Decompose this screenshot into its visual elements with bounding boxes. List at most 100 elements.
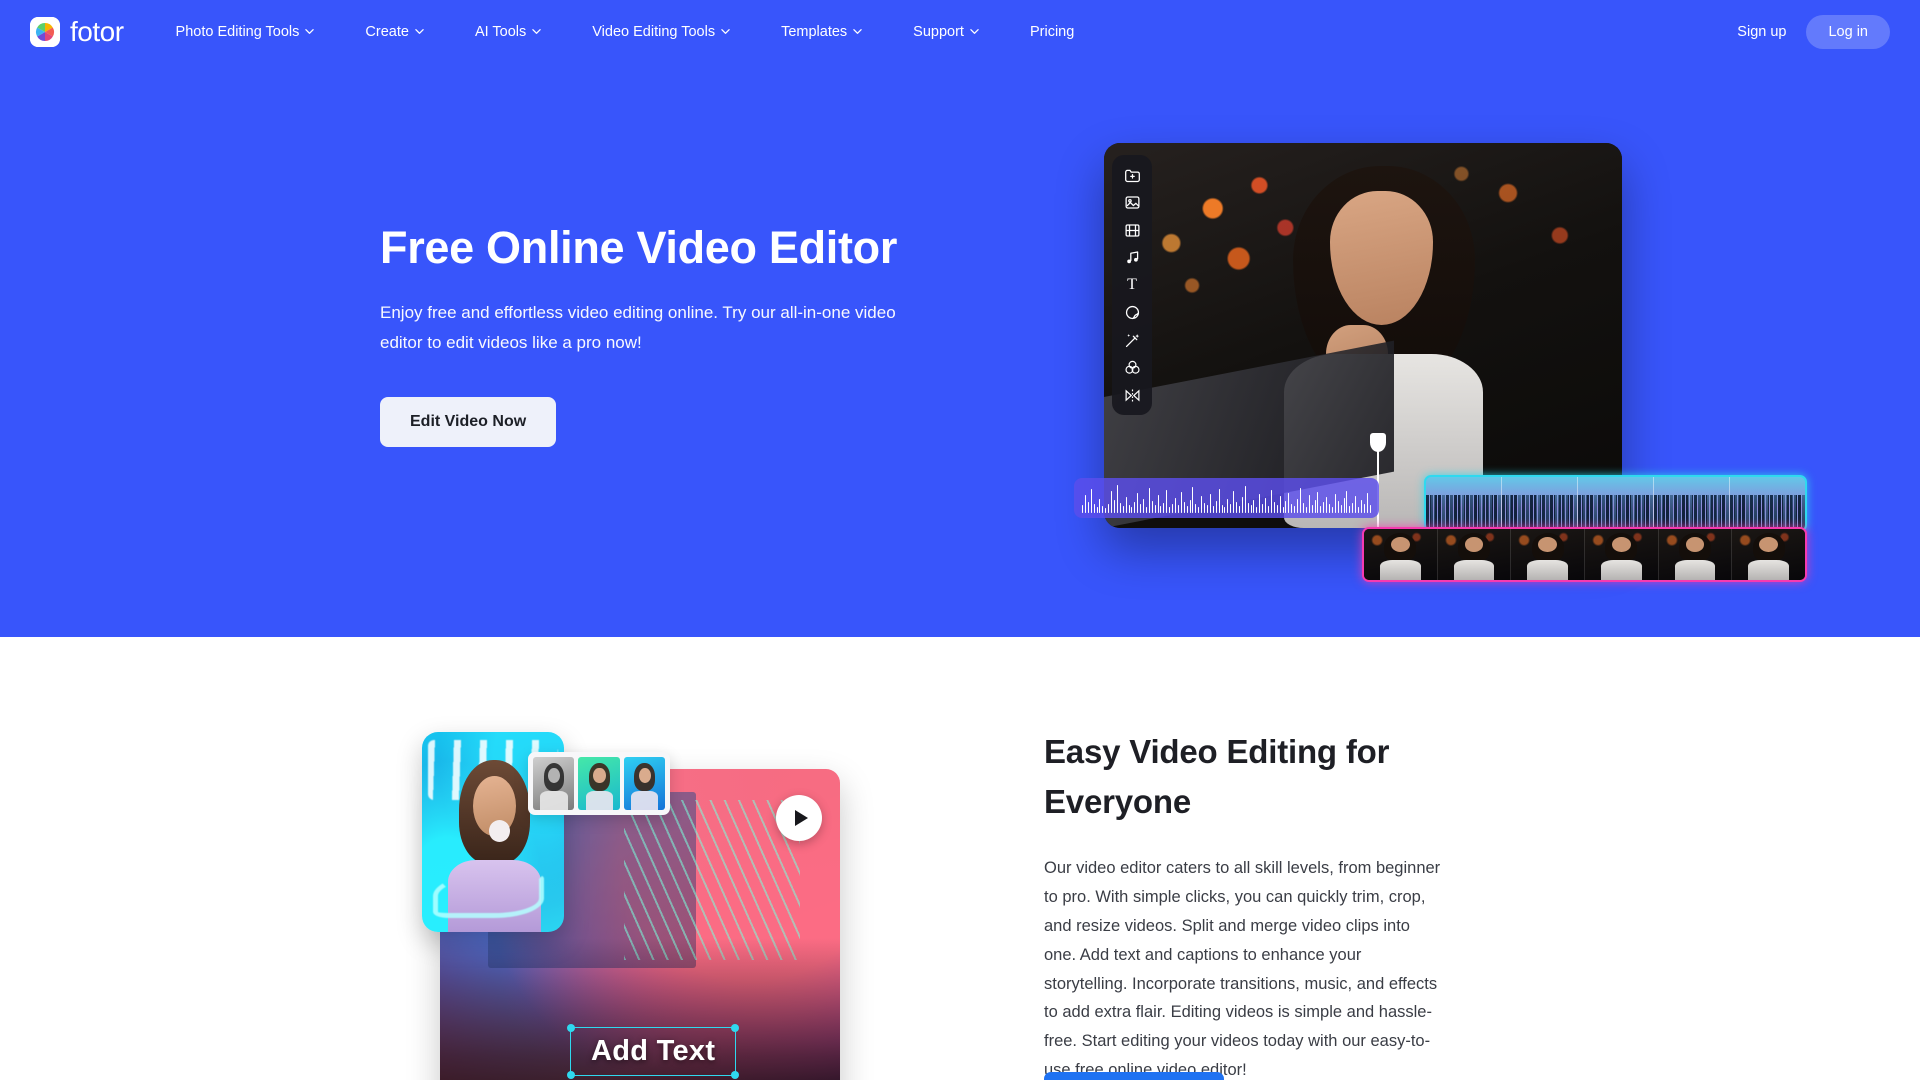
sticker-icon[interactable] — [1123, 304, 1141, 322]
waveform-bar — [1195, 504, 1197, 513]
nav-item-label: Create — [365, 23, 409, 40]
editor-preview-image — [1104, 143, 1622, 528]
nav-item-video-editing-tools[interactable]: Video Editing Tools — [592, 17, 730, 48]
film-frame — [1585, 529, 1659, 580]
waveform-bar — [1270, 490, 1272, 513]
waveform-bar — [1148, 488, 1150, 513]
section2-cta-button[interactable] — [1044, 1072, 1224, 1080]
waveform-bar — [1361, 500, 1362, 513]
nav-item-photo-editing-tools[interactable]: Photo Editing Tools — [176, 17, 315, 48]
nav-item-support[interactable]: Support — [913, 17, 979, 48]
top-navigation-bar: fotor Photo Editing Tools Create AI Tool… — [0, 0, 1920, 64]
waveform-bar — [1311, 505, 1313, 513]
waveform-bar — [1125, 497, 1127, 513]
waveform-bar — [1241, 497, 1243, 513]
waveform-bar — [1250, 505, 1252, 513]
waveform-bar — [1369, 505, 1371, 513]
nav-item-ai-tools[interactable]: AI Tools — [475, 17, 541, 48]
waveform-bar — [1192, 487, 1194, 513]
brand-logo[interactable]: fotor — [30, 17, 124, 47]
page-root: fotor Photo Editing Tools Create AI Tool… — [0, 0, 1920, 1080]
magic-wand-icon[interactable] — [1123, 331, 1141, 349]
waveform-bar — [1247, 503, 1249, 513]
sign-up-link[interactable]: Sign up — [1737, 24, 1786, 40]
waveform-bar — [1265, 498, 1266, 513]
waveform-bar — [1169, 507, 1171, 513]
transition-icon[interactable] — [1123, 386, 1141, 404]
waveform-bar — [1334, 494, 1336, 513]
waveform-bar — [1349, 506, 1351, 513]
waveform-bar — [1305, 507, 1307, 513]
waveform-bar — [1183, 502, 1185, 513]
film-frame — [1437, 529, 1512, 580]
waveform-bar — [1108, 504, 1110, 513]
waveform-bar — [1297, 499, 1298, 513]
waveform-bar — [1323, 502, 1325, 513]
waveform-bar — [1337, 501, 1339, 513]
waveform-bar — [1206, 505, 1208, 513]
timeline-clip-portrait[interactable] — [1362, 527, 1807, 582]
section2-body: Our video editor caters to all skill lev… — [1044, 859, 1441, 1080]
nav-item-create[interactable]: Create — [365, 17, 424, 48]
waveform-bar — [1082, 505, 1083, 513]
nav-item-templates[interactable]: Templates — [781, 17, 862, 48]
text-icon[interactable]: T — [1123, 276, 1141, 294]
play-icon[interactable] — [776, 795, 822, 841]
waveform-bar — [1299, 488, 1301, 513]
waveform-bar — [1087, 502, 1089, 513]
film-frame — [1511, 529, 1586, 580]
resize-handle[interactable] — [567, 1071, 575, 1079]
resize-handle[interactable] — [567, 1024, 575, 1032]
log-in-button[interactable]: Log in — [1806, 15, 1890, 49]
fotor-pinwheel-icon — [30, 17, 60, 47]
nav-item-label: Pricing — [1029, 23, 1075, 40]
waveform-bar — [1099, 499, 1101, 513]
film-frame — [1658, 529, 1733, 580]
waveform-bar — [1331, 507, 1333, 513]
timeline-clip-cityscape[interactable] — [1424, 475, 1807, 532]
waveform-bar — [1317, 492, 1319, 513]
waveform-bar — [1355, 496, 1357, 513]
waveform-bar — [1198, 507, 1200, 513]
waveform-bar — [1366, 493, 1368, 513]
film-frame — [1732, 529, 1805, 580]
waveform-bar — [1230, 504, 1232, 513]
waveform-bar — [1093, 504, 1095, 513]
add-media-icon[interactable] — [1123, 166, 1141, 184]
nav-item-pricing[interactable]: Pricing — [1030, 17, 1074, 48]
waveform-bar — [1116, 485, 1118, 513]
waveform-bar — [1279, 496, 1281, 513]
laser-beams — [624, 799, 800, 961]
waveform-bar — [1326, 497, 1328, 513]
clip-frame-dividers — [1426, 477, 1805, 530]
waveform-bar — [1218, 489, 1220, 513]
add-text-overlay[interactable]: Add Text — [567, 1024, 740, 1079]
chevron-down-icon — [970, 27, 979, 36]
edit-video-now-button[interactable]: Edit Video Now — [380, 397, 557, 448]
waveform-bar — [1113, 500, 1115, 513]
chevron-down-icon — [415, 27, 424, 36]
filter-thumbnail-blue-tint[interactable] — [623, 757, 665, 810]
filter-thumbnail-black-and-white[interactable] — [533, 757, 575, 810]
waveform-bar — [1096, 507, 1098, 513]
waveform-bar — [1268, 506, 1269, 513]
timeline-audio-track[interactable] — [1074, 478, 1379, 518]
bubble-gum — [488, 820, 511, 842]
waveform-bar — [1163, 503, 1165, 513]
waveform-bar — [1320, 506, 1322, 513]
music-icon[interactable] — [1123, 249, 1141, 267]
waveform-bar — [1180, 492, 1182, 513]
image-icon[interactable] — [1123, 194, 1141, 212]
film-icon[interactable] — [1123, 221, 1141, 239]
waveform-bar — [1285, 501, 1287, 513]
shapes-icon[interactable] — [1123, 359, 1141, 377]
waveform-bar — [1111, 491, 1112, 513]
waveform-bar — [1105, 508, 1107, 513]
waveform-bar — [1262, 504, 1264, 513]
waveform-bar — [1273, 502, 1275, 513]
filter-thumbnail-green-tint[interactable] — [578, 757, 620, 810]
waveform-bar — [1343, 498, 1345, 513]
chevron-down-icon — [853, 27, 862, 36]
chevron-down-icon — [532, 27, 541, 36]
waveform-bar — [1102, 506, 1104, 513]
